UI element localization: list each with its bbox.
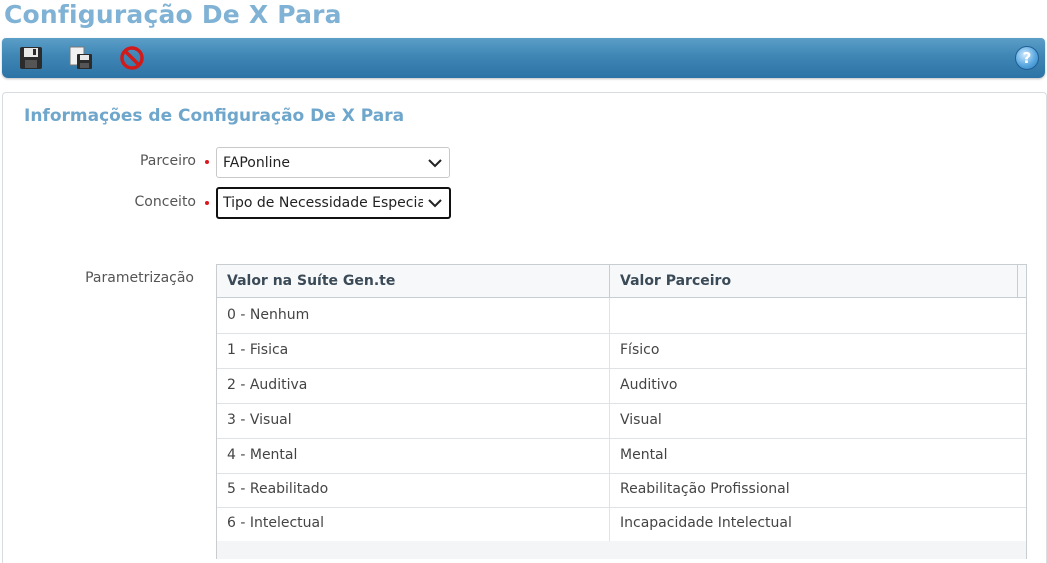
table-row[interactable]: 6 - Intelectual Incapacidade Intelectual — [217, 506, 1026, 542]
save-button[interactable] — [18, 45, 44, 71]
chevron-down-icon — [427, 189, 443, 217]
parceiro-value: FAPonline — [223, 155, 290, 171]
column-header-valor-suite[interactable]: Valor na Suíte Gen.te — [217, 265, 610, 297]
parametrizacao-grid: Valor na Suíte Gen.te Valor Parceiro 0 -… — [216, 264, 1027, 559]
chevron-down-icon — [427, 148, 443, 177]
table-row[interactable]: 5 - Reabilitado Reabilitação Profissiona… — [217, 472, 1026, 508]
table-row[interactable]: 3 - Visual Visual — [217, 403, 1026, 439]
parametrizacao-label: Parametrização — [85, 270, 194, 286]
cell-valor-parceiro[interactable]: Mental — [610, 438, 1026, 473]
parceiro-label: Parceiro — [139, 153, 196, 169]
cell-valor-parceiro[interactable]: Físico — [610, 333, 1026, 368]
cell-valor-suite: 1 - Fisica — [217, 333, 610, 368]
required-indicator — [205, 201, 209, 205]
cell-valor-suite: 5 - Reabilitado — [217, 472, 610, 507]
cell-valor-parceiro[interactable] — [610, 298, 1026, 333]
grid-footer — [217, 541, 1026, 559]
toolbar: ? — [2, 38, 1045, 78]
cell-valor-suite: 6 - Intelectual — [217, 506, 610, 541]
parceiro-select[interactable]: FAPonline — [216, 147, 450, 178]
table-row[interactable]: 2 - Auditiva Auditivo — [217, 368, 1026, 404]
conceito-label: Conceito — [134, 194, 196, 210]
header-scroll-spacer — [1017, 265, 1026, 297]
required-indicator — [205, 160, 209, 164]
column-header-valor-parceiro[interactable]: Valor Parceiro — [610, 265, 1010, 297]
table-row[interactable]: 0 - Nenhum — [217, 298, 1026, 334]
cell-valor-suite: 2 - Auditiva — [217, 368, 610, 403]
cell-valor-parceiro[interactable]: Incapacidade Intelectual — [610, 506, 1026, 541]
table-row[interactable]: 4 - Mental Mental — [217, 438, 1026, 474]
cell-valor-parceiro[interactable]: Auditivo — [610, 368, 1026, 403]
cancel-icon — [120, 46, 144, 70]
page-title: Configuração De X Para — [4, 0, 342, 29]
cell-valor-suite: 4 - Mental — [217, 438, 610, 473]
cell-valor-parceiro[interactable]: Visual — [610, 403, 1026, 438]
save-copy-icon — [69, 46, 92, 69]
help-button[interactable]: ? — [1015, 46, 1039, 70]
save-icon — [20, 47, 42, 69]
grid-header: Valor na Suíte Gen.te Valor Parceiro — [217, 265, 1026, 298]
save-copy-button[interactable] — [68, 45, 94, 71]
conceito-select[interactable]: Tipo de Necessidade Especial — [216, 187, 451, 219]
conceito-value: Tipo de Necessidade Especial — [223, 195, 423, 211]
cell-valor-suite: 3 - Visual — [217, 403, 610, 438]
panel-title: Informações de Configuração De X Para — [24, 106, 405, 126]
cell-valor-suite: 0 - Nenhum — [217, 298, 610, 333]
table-row[interactable]: 1 - Fisica Físico — [217, 333, 1026, 369]
cell-valor-parceiro[interactable]: Reabilitação Profissional — [610, 472, 1026, 507]
cancel-button[interactable] — [119, 45, 145, 71]
